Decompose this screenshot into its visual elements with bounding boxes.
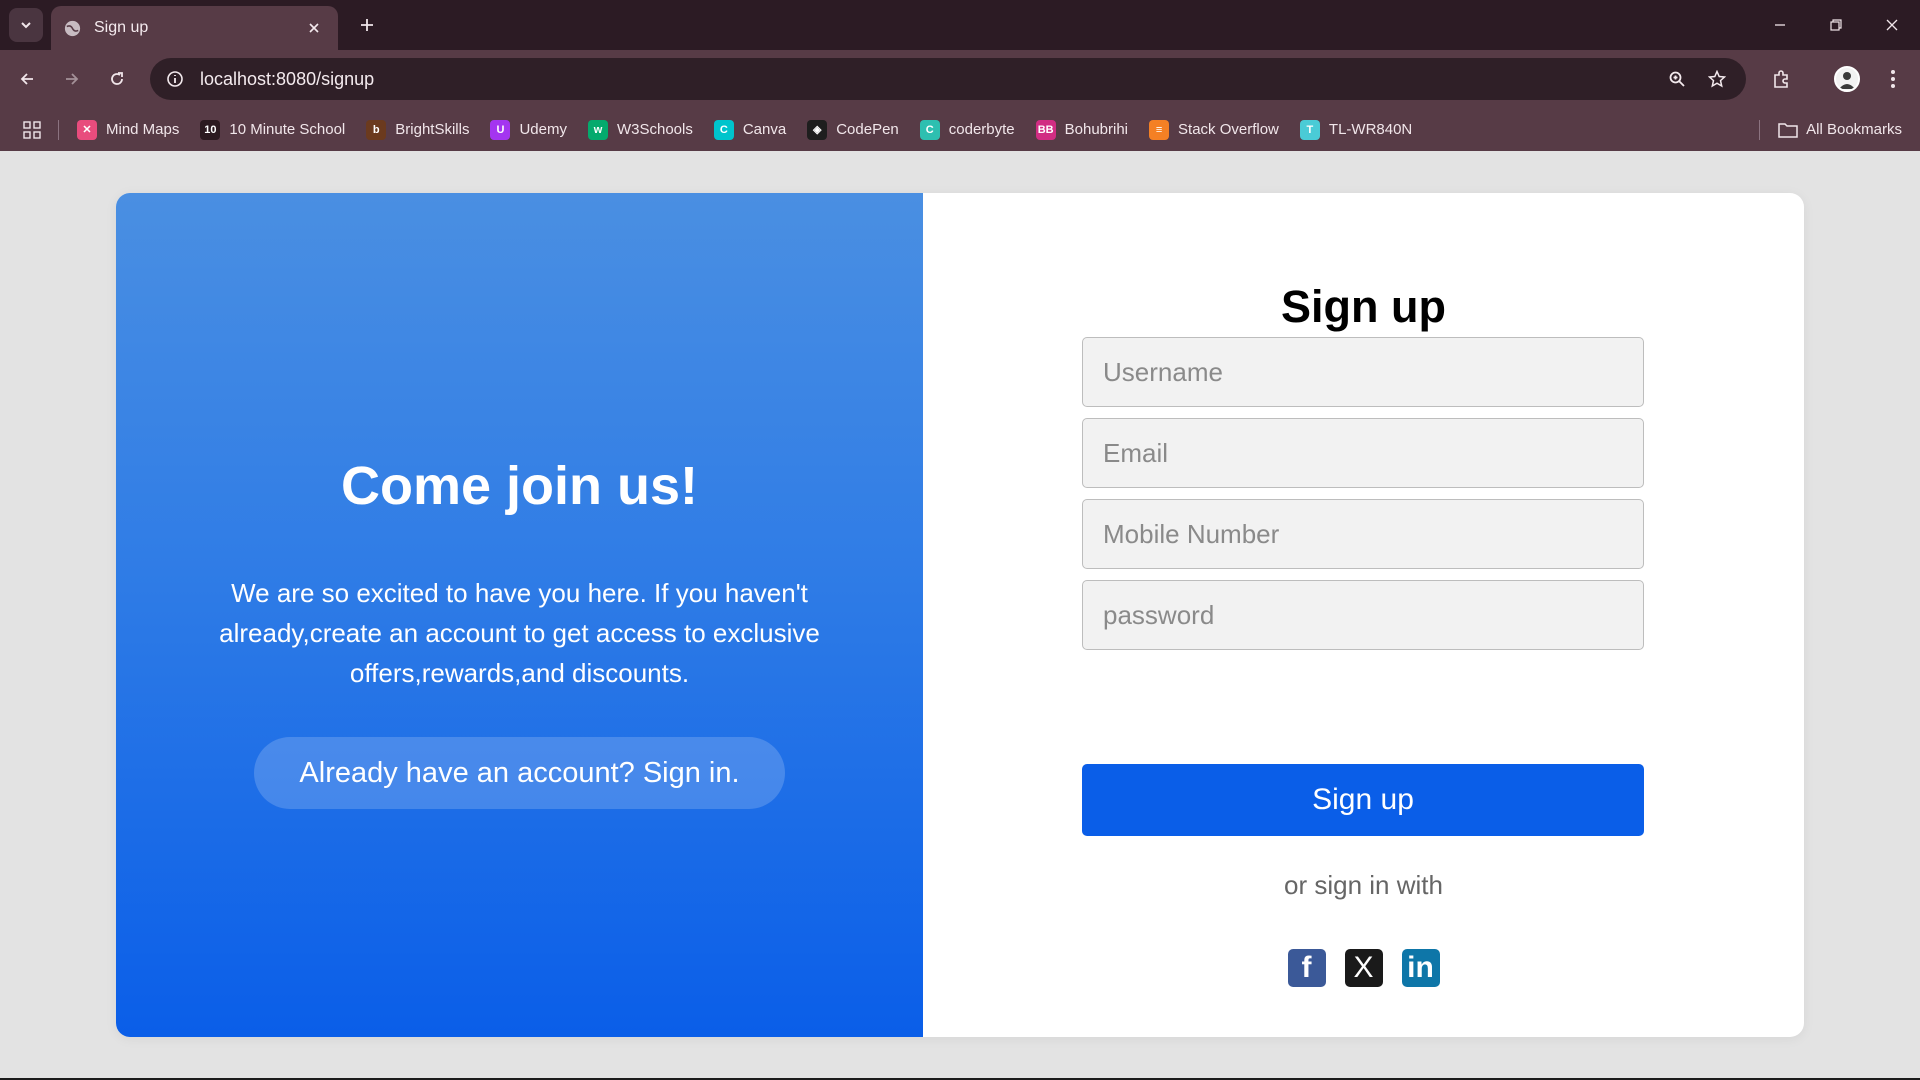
minimize-icon bbox=[1775, 24, 1785, 26]
welcome-text: We are so excited to have you here. If y… bbox=[219, 578, 820, 688]
mobile-number-input[interactable] bbox=[1082, 499, 1644, 569]
menu-button[interactable] bbox=[1875, 61, 1911, 97]
zoom-icon[interactable] bbox=[1660, 62, 1694, 96]
bookmark-label: TL-WR840N bbox=[1328, 121, 1413, 138]
bookmark-favicon-icon: ✕ bbox=[77, 119, 97, 140]
page-viewport: Come join us! We are so excited to have … bbox=[0, 151, 1920, 1080]
restore-icon bbox=[1830, 19, 1842, 31]
reload-button[interactable] bbox=[99, 61, 135, 97]
password-input[interactable] bbox=[1082, 580, 1644, 650]
minimize-button[interactable] bbox=[1752, 0, 1808, 50]
bookmark-label: W3Schools bbox=[616, 121, 693, 138]
arrow-left-icon bbox=[20, 73, 33, 85]
puzzle-icon bbox=[1774, 70, 1788, 88]
all-bookmarks-label: All Bookmarks bbox=[1806, 121, 1902, 138]
window-controls bbox=[1752, 0, 1920, 50]
bookmark-item[interactable]: ✕ Mind Maps bbox=[77, 119, 180, 140]
close-window-button[interactable] bbox=[1864, 0, 1920, 50]
site-info-icon[interactable] bbox=[162, 66, 188, 92]
sign-up-button[interactable]: Sign up bbox=[1082, 764, 1644, 836]
more-vertical-icon bbox=[1891, 70, 1895, 88]
bookmark-favicon-icon: T bbox=[1299, 119, 1320, 140]
bookmark-item[interactable]: T TL-WR840N bbox=[1299, 119, 1413, 140]
bookmark-label: Stack Overflow bbox=[1178, 121, 1279, 138]
profile-button[interactable] bbox=[1829, 61, 1865, 97]
bookmark-item[interactable]: C Canva bbox=[713, 119, 787, 140]
apps-grid-icon[interactable] bbox=[20, 118, 44, 142]
bookmark-item[interactable]: Ccoderbyte bbox=[919, 119, 1015, 140]
active-tab[interactable]: Sign up bbox=[51, 6, 338, 50]
address-bar[interactable]: localhost:8080/signup bbox=[150, 58, 1746, 100]
bookmark-item[interactable]: U Udemy bbox=[490, 119, 567, 140]
bookmark-item[interactable]: w W3Schools bbox=[587, 119, 693, 140]
arrow-right-icon bbox=[66, 73, 79, 85]
bookmark-label: coderbyte bbox=[948, 121, 1015, 138]
bookmark-favicon-icon: b bbox=[366, 119, 387, 140]
username-input[interactable] bbox=[1082, 337, 1644, 407]
close-icon bbox=[1886, 19, 1898, 31]
bookmark-item[interactable]: 10 10 Minute School bbox=[200, 119, 346, 140]
sign-in-button[interactable]: Already have an account? Sign in. bbox=[254, 737, 785, 809]
reload-icon bbox=[111, 72, 123, 85]
welcome-title: Come join us! bbox=[340, 456, 698, 516]
bookmark-label: Canva bbox=[742, 121, 787, 138]
bookmark-favicon-icon: C bbox=[713, 119, 734, 140]
bookmark-label: Udemy bbox=[519, 121, 567, 138]
bookmarks-bar: ✕ Mind Maps 10 10 Minute School b BrightSkill… bbox=[0, 108, 1920, 151]
url-text: localhost:8080/signup bbox=[200, 68, 375, 89]
or-sign-in-with-text: or sign in with bbox=[1284, 870, 1443, 900]
bookmark-favicon-icon: ≡ bbox=[1149, 119, 1170, 140]
bookmark-item[interactable]: b BrightSkills bbox=[366, 119, 470, 140]
bookmark-favicon-icon: w bbox=[587, 119, 608, 140]
bookmark-item[interactable]: ≡ Stack Overflow bbox=[1149, 119, 1279, 140]
bookmark-item[interactable]: BB Bohubrihi bbox=[1035, 119, 1129, 140]
plus-icon bbox=[361, 19, 373, 31]
avatar bbox=[1834, 66, 1860, 92]
bookmark-label: Bohubrihi bbox=[1064, 121, 1129, 138]
bookmark-label: Mind Maps bbox=[106, 121, 180, 138]
new-tab-button[interactable] bbox=[352, 10, 382, 40]
tab-search-button[interactable] bbox=[9, 8, 43, 42]
tab-strip: Sign up bbox=[0, 0, 1920, 50]
bookmark-favicon-icon: C bbox=[919, 119, 940, 140]
email-input[interactable] bbox=[1082, 418, 1644, 488]
facebook-icon[interactable]: f bbox=[1287, 949, 1326, 987]
all-bookmarks-button[interactable]: All Bookmarks bbox=[1759, 108, 1902, 151]
bookmark-favicon-icon: U bbox=[490, 119, 511, 140]
bookmark-list: ✕ Mind Maps 10 10 Minute School b BrightSkill… bbox=[77, 119, 1433, 140]
social-login-buttons: f X in bbox=[923, 949, 1804, 987]
chevron-down-icon bbox=[21, 22, 31, 29]
bookmark-label: 10 Minute School bbox=[229, 121, 346, 138]
extensions-button[interactable] bbox=[1763, 61, 1799, 97]
x-icon[interactable]: X bbox=[1344, 949, 1383, 987]
signup-card: Come join us! We are so excited to have … bbox=[116, 193, 1804, 1037]
bookmark-label: CodePen bbox=[836, 121, 899, 138]
back-button[interactable] bbox=[9, 61, 45, 97]
bookmarks-divider bbox=[1759, 119, 1761, 140]
bookmarks-divider bbox=[58, 119, 59, 140]
browser-toolbar: localhost:8080/signup bbox=[0, 50, 1920, 108]
tab-title: Sign up bbox=[94, 19, 149, 36]
bookmark-favicon-icon: BB bbox=[1035, 119, 1056, 140]
globe-icon bbox=[63, 19, 82, 38]
bookmark-label: BrightSkills bbox=[395, 121, 470, 138]
linkedin-icon[interactable]: in bbox=[1401, 949, 1440, 987]
signup-form: Sign up Sign up or sign in with f X in bbox=[923, 193, 1804, 1037]
welcome-panel: Come join us! We are so excited to have … bbox=[116, 193, 923, 1037]
close-tab-icon[interactable] bbox=[302, 16, 326, 40]
bookmark-favicon-icon: 10 bbox=[200, 119, 221, 140]
bookmark-item[interactable]: ◈ CodePen bbox=[807, 119, 899, 140]
form-title: Sign up bbox=[1281, 281, 1446, 332]
bookmark-star-icon[interactable] bbox=[1700, 62, 1734, 96]
restore-button[interactable] bbox=[1808, 0, 1864, 50]
folder-icon bbox=[1778, 122, 1798, 138]
forward-button[interactable] bbox=[54, 61, 90, 97]
bookmark-favicon-icon: ◈ bbox=[807, 119, 828, 140]
